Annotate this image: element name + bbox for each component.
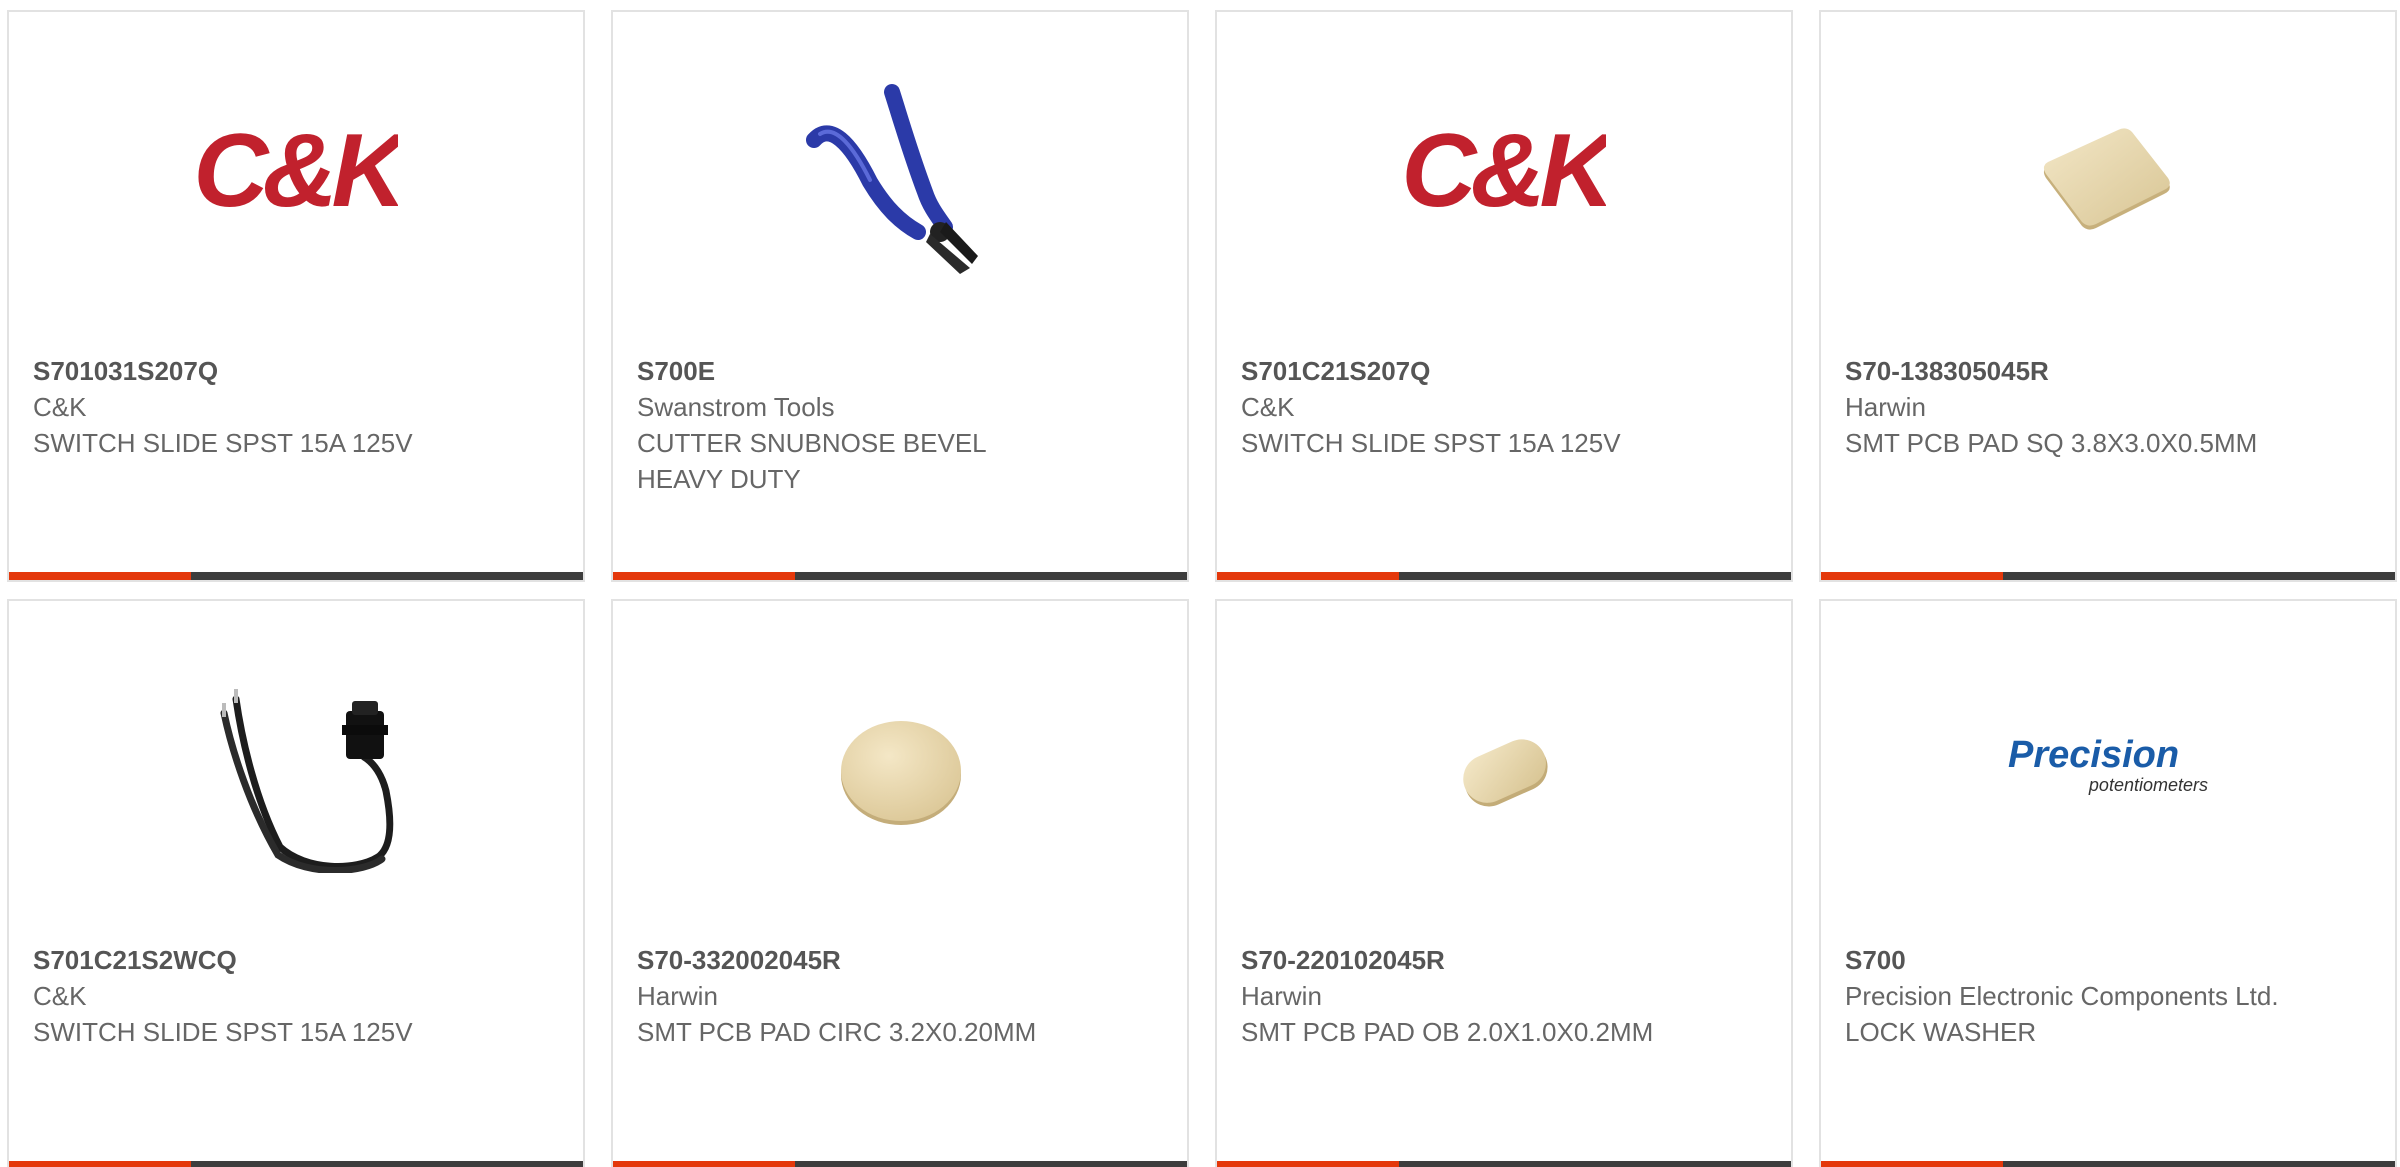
description: SMT PCB PAD OB 2.0X1.0X0.2MM [1241,1017,1654,1047]
circular-pad-icon[interactable] [800,671,1002,873]
card-footer-bar [9,1161,583,1167]
product-card[interactable]: S701C21S2WCQ C&K SWITCH SLIDE SPST 15A 1… [7,599,585,1167]
card-footer-bar [1821,572,2395,580]
product-info: S701031S207Q C&K SWITCH SLIDE SPST 15A 1… [33,353,559,461]
product-grid: C&K ® S701031S207Q C&K SWITCH SLIDE SPST… [0,0,2400,1167]
part-number[interactable]: S701031S207Q [33,353,559,389]
ck-logo-icon[interactable]: C&K ® [1404,82,1606,284]
manufacturer: Harwin [1845,392,1926,422]
product-card[interactable]: Precision potentiometers S700 Precision … [1819,599,2397,1167]
part-number[interactable]: S70-332002045R [637,942,1163,978]
description: SMT PCB PAD SQ 3.8X3.0X0.5MM [1845,428,2258,458]
product-card[interactable]: S70-138305045R Harwin SMT PCB PAD SQ 3.8… [1819,10,2397,582]
oblong-pad-icon[interactable] [1404,671,1606,873]
description: SWITCH SLIDE SPST 15A 125V [33,428,413,458]
product-info: S700 Precision Electronic Components Ltd… [1845,942,2371,1050]
square-pad-icon[interactable] [2008,82,2210,284]
card-footer-bar [1217,572,1791,580]
ck-logo-icon[interactable]: C&K ® [196,82,398,284]
product-card[interactable]: C&K ® S701031S207Q C&K SWITCH SLIDE SPST… [7,10,585,582]
manufacturer: Harwin [637,981,718,1011]
product-card[interactable]: C&K ® S701C21S207Q C&K SWITCH SLIDE SPST… [1215,10,1793,582]
part-number[interactable]: S701C21S207Q [1241,353,1767,389]
svg-text:C&K: C&K [1404,113,1606,229]
product-info: S701C21S207Q C&K SWITCH SLIDE SPST 15A 1… [1241,353,1767,461]
precision-logo-icon[interactable]: Precision potentiometers [2008,671,2210,873]
part-number[interactable]: S700E [637,353,1163,389]
description: CUTTER SNUBNOSE BEVEL HEAVY DUTY [637,428,986,494]
product-info: S701C21S2WCQ C&K SWITCH SLIDE SPST 15A 1… [33,942,559,1050]
part-number[interactable]: S701C21S2WCQ [33,942,559,978]
part-number[interactable]: S700 [1845,942,2371,978]
svg-text:®: ® [1598,133,1606,147]
card-footer-bar [9,572,583,580]
card-footer-bar [613,1161,1187,1167]
cutter-pliers-icon[interactable] [800,82,1002,284]
manufacturer: C&K [33,981,87,1011]
part-number[interactable]: S70-138305045R [1845,353,2371,389]
manufacturer: Precision Electronic Components Ltd. [1845,981,2279,1011]
description: SMT PCB PAD CIRC 3.2X0.20MM [637,1017,1037,1047]
product-info: S70-138305045R Harwin SMT PCB PAD SQ 3.8… [1845,353,2371,461]
manufacturer: C&K [33,392,87,422]
manufacturer: Swanstrom Tools [637,392,835,422]
part-number[interactable]: S70-220102045R [1241,942,1767,978]
product-card[interactable]: S70-332002045R Harwin SMT PCB PAD CIRC 3… [611,599,1189,1167]
svg-text:Precision: Precision [2008,734,2179,776]
product-info: S70-220102045R Harwin SMT PCB PAD OB 2.0… [1241,942,1767,1050]
card-footer-bar [1821,1161,2395,1167]
card-footer-bar [613,572,1187,580]
svg-text:®: ® [390,133,398,147]
product-info: S70-332002045R Harwin SMT PCB PAD CIRC 3… [637,942,1163,1050]
svg-text:potentiometers: potentiometers [2088,775,2208,795]
description: SWITCH SLIDE SPST 15A 125V [1241,428,1621,458]
manufacturer: C&K [1241,392,1295,422]
product-card[interactable]: S700E Swanstrom Tools CUTTER SNUBNOSE BE… [611,10,1189,582]
manufacturer: Harwin [1241,981,1322,1011]
description: SWITCH SLIDE SPST 15A 125V [33,1017,413,1047]
product-card[interactable]: S70-220102045R Harwin SMT PCB PAD OB 2.0… [1215,599,1793,1167]
wired-switch-icon[interactable] [196,671,398,873]
svg-text:C&K: C&K [196,113,398,229]
product-info: S700E Swanstrom Tools CUTTER SNUBNOSE BE… [637,353,1163,497]
description: LOCK WASHER [1845,1017,2037,1047]
card-footer-bar [1217,1161,1791,1167]
